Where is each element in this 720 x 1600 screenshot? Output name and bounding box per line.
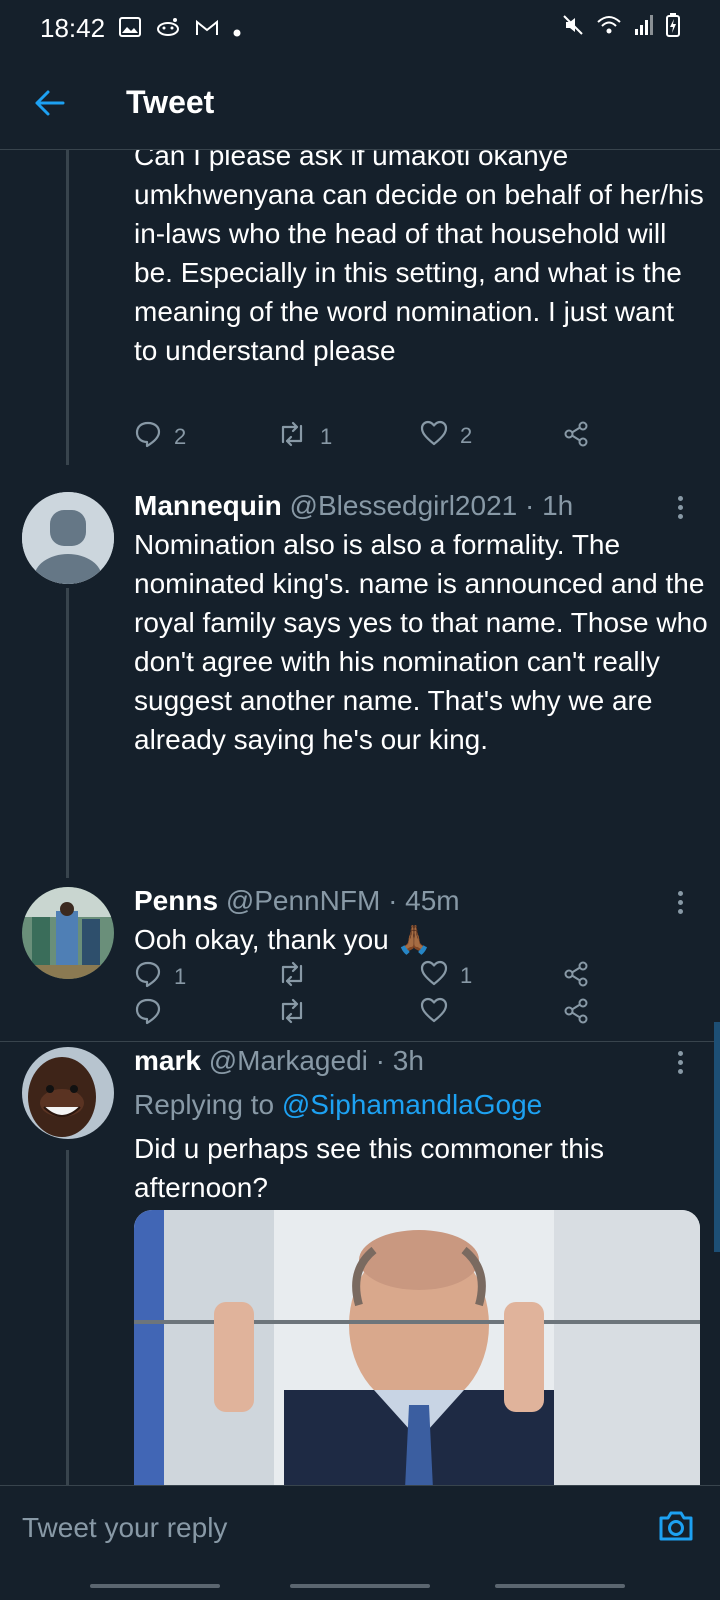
replying-to-mention[interactable]: @SiphamandlaGoge bbox=[282, 1089, 542, 1120]
author-name[interactable]: Penns bbox=[134, 885, 218, 916]
heart-icon bbox=[420, 420, 448, 452]
author-handle: @Blessedgirl2021 bbox=[289, 490, 518, 521]
like-count: 2 bbox=[460, 423, 473, 448]
dot-icon bbox=[233, 13, 241, 44]
praying-hands-emoji: 🙏🏾 bbox=[396, 924, 432, 955]
reply-button[interactable] bbox=[134, 997, 162, 1031]
heart-icon bbox=[420, 997, 448, 1029]
app-header: Tweet bbox=[0, 56, 720, 150]
tweet-text: Did u perhaps see this commoner this aft… bbox=[134, 1133, 604, 1203]
reply-input[interactable]: Tweet your reply bbox=[22, 1512, 227, 1544]
share-button[interactable] bbox=[562, 420, 590, 454]
tweet-image[interactable] bbox=[134, 1210, 700, 1485]
divider bbox=[0, 1041, 720, 1042]
more-options-icon[interactable] bbox=[676, 492, 684, 523]
retweet-count: 1 bbox=[320, 424, 333, 449]
share-icon bbox=[562, 420, 590, 454]
tweet-time: · 3h bbox=[375, 1045, 424, 1076]
navigation-bar bbox=[0, 1567, 720, 1600]
reply-count: 1 bbox=[174, 964, 187, 989]
tweet-meta: mark @Markagedi · 3h bbox=[134, 1045, 424, 1077]
tweet-time: · 45m bbox=[388, 885, 460, 916]
replying-to: Replying to @SiphamandlaGoge bbox=[134, 1085, 704, 1124]
share-icon bbox=[562, 997, 590, 1031]
author-name[interactable]: mark bbox=[134, 1045, 201, 1076]
reply-icon bbox=[134, 420, 162, 454]
like-button[interactable] bbox=[420, 997, 448, 1029]
reddit-icon bbox=[155, 13, 181, 44]
avatar[interactable] bbox=[22, 887, 114, 979]
tweet-text: Nomination also is also a formality. The… bbox=[134, 529, 708, 755]
avatar[interactable] bbox=[22, 492, 114, 584]
author-handle: @Markagedi bbox=[208, 1045, 368, 1076]
heart-icon bbox=[420, 960, 448, 992]
arrow-left-icon[interactable] bbox=[30, 83, 70, 123]
reply-button[interactable]: 2 bbox=[134, 420, 186, 454]
tweet-meta: Penns @PennNFM · 45m bbox=[134, 885, 460, 917]
like-button[interactable]: 2 bbox=[420, 420, 472, 452]
page-title: Tweet bbox=[126, 84, 215, 120]
tweet-text-wrap: Ooh okay, thank you 🙏🏾 bbox=[134, 920, 704, 959]
thread-line bbox=[66, 1150, 69, 1485]
signal-icon bbox=[634, 14, 654, 42]
reply-button[interactable]: 1 bbox=[134, 960, 186, 994]
share-button[interactable] bbox=[562, 997, 590, 1031]
thread-line bbox=[66, 588, 69, 878]
nav-recents[interactable] bbox=[90, 1584, 220, 1588]
wifi-icon bbox=[596, 14, 622, 42]
camera-icon[interactable] bbox=[656, 1506, 696, 1546]
tweet-meta: Mannequin @Blessedgirl2021 · 1h bbox=[134, 490, 573, 522]
status-bar: 18:42 bbox=[0, 0, 720, 56]
reply-count: 2 bbox=[174, 424, 187, 449]
retweet-button[interactable] bbox=[276, 997, 308, 1031]
author-name[interactable]: Mannequin bbox=[134, 490, 282, 521]
retweet-icon bbox=[276, 960, 308, 994]
reply-icon bbox=[134, 960, 162, 994]
gmail-icon bbox=[195, 13, 219, 44]
mute-icon bbox=[562, 14, 584, 42]
retweet-button[interactable] bbox=[276, 960, 320, 994]
retweet-button[interactable]: 1 bbox=[276, 420, 332, 454]
replying-to-label: Replying to bbox=[134, 1089, 275, 1120]
battery-charging-icon bbox=[666, 13, 680, 43]
share-icon bbox=[562, 960, 590, 994]
reply-bar: Tweet your reply bbox=[0, 1485, 720, 1567]
tweet-actions: 2 1 2 bbox=[134, 420, 614, 460]
retweet-icon bbox=[276, 420, 308, 454]
scroll-indicator[interactable] bbox=[714, 1022, 720, 1252]
image-icon bbox=[119, 13, 142, 44]
tweet-text: Can I please ask if umakoti okanye umkhw… bbox=[134, 150, 704, 366]
like-count: 1 bbox=[460, 963, 473, 988]
retweet-icon bbox=[276, 997, 308, 1031]
tweet-feed[interactable]: Can I please ask if umakoti okanye umkhw… bbox=[0, 150, 720, 1485]
status-time: 18:42 bbox=[40, 12, 106, 43]
nav-back[interactable] bbox=[495, 1584, 625, 1588]
like-button[interactable]: 1 bbox=[420, 960, 472, 992]
author-handle: @PennNFM bbox=[225, 885, 381, 916]
tweet-actions: 1 1 bbox=[134, 960, 614, 1000]
tweet-text: Ooh okay, thank you bbox=[134, 924, 389, 955]
thread-line bbox=[66, 150, 69, 465]
nav-home[interactable] bbox=[290, 1584, 430, 1588]
reply-icon bbox=[134, 997, 162, 1031]
share-button[interactable] bbox=[562, 960, 590, 994]
avatar[interactable] bbox=[22, 1047, 114, 1139]
more-options-icon[interactable] bbox=[676, 887, 684, 918]
more-options-icon[interactable] bbox=[676, 1047, 684, 1078]
tweet-time: · 1h bbox=[525, 490, 574, 521]
tweet-actions bbox=[134, 997, 614, 1037]
